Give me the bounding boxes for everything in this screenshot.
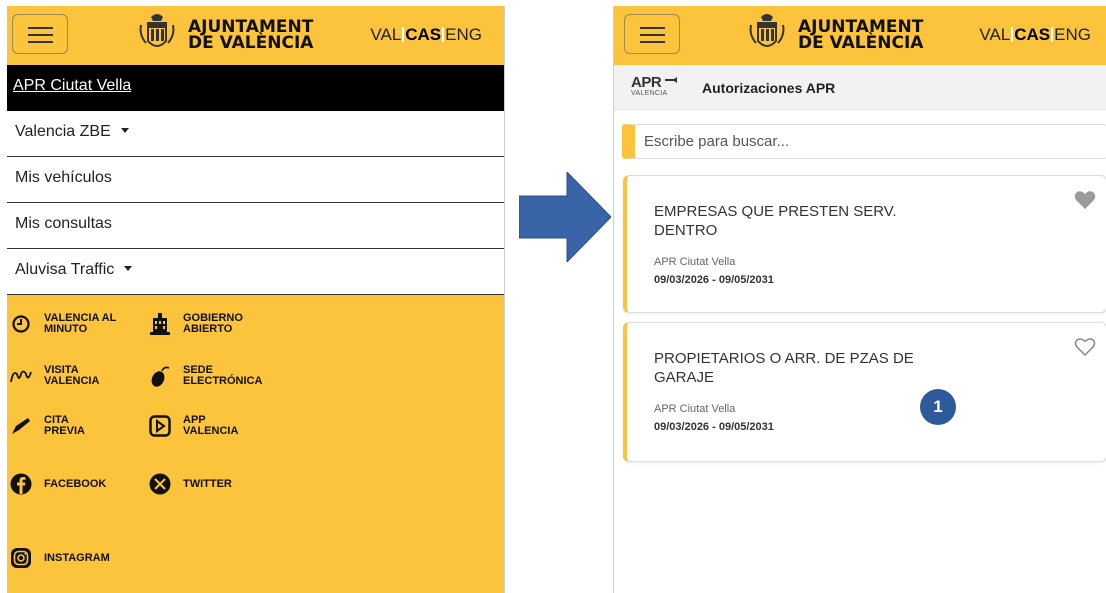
menu-item-valencia-zbe[interactable]: Valencia ZBE	[7, 111, 504, 157]
caret-down-icon	[124, 266, 133, 271]
authorization-card[interactable]: EMPRESAS QUE PRESTEN SERV. DENTRO APR Ci…	[623, 175, 1106, 313]
lang-cas-link[interactable]: CAS	[405, 25, 441, 44]
hamburger-menu-button[interactable]	[12, 14, 68, 54]
link-app-valencia[interactable]: APP VALENCIA	[149, 415, 261, 437]
brand-title: AJUNTAMENT DE VALÈNCIA	[798, 17, 924, 53]
card-title: PROPIETARIOS O ARR. DE PZAS DE GARAJE	[654, 350, 914, 386]
x-twitter-icon	[149, 473, 171, 495]
menu-screen: AJUNTAMENT DE VALÈNCIA VAL CAS ENG APR Ciu…	[7, 6, 505, 593]
pen-icon	[10, 415, 32, 437]
map-icon	[10, 365, 32, 387]
city-crest-logo	[749, 14, 785, 47]
lang-eng-link[interactable]: ENG	[1054, 25, 1091, 44]
link-gobierno-abierto[interactable]: GOBIERNO ABIERTO	[149, 313, 261, 335]
app-header: AJUNTAMENT DE VALÈNCIA VAL CAS ENG	[614, 6, 1106, 65]
link-twitter[interactable]: TWITTER	[149, 473, 261, 495]
apr-subheader: APR VALENCIA Autorizaciones APR	[614, 65, 1106, 110]
menu-item-mis-vehiculos[interactable]: Mis vehículos	[7, 157, 504, 203]
right-arrow-icon	[519, 172, 611, 262]
card-dates: 09/03/2026 - 09/05/2031	[654, 274, 774, 286]
language-switcher: VAL CAS ENG	[370, 25, 482, 45]
link-cita-previa[interactable]: CITA PREVIA	[10, 415, 122, 437]
lang-val-link[interactable]: VAL	[370, 25, 401, 44]
lang-val-link[interactable]: VAL	[979, 25, 1010, 44]
link-sede-electronica[interactable]: SEDE ELECTRÓNICA	[149, 365, 262, 387]
footer-links: VALENCIA AL MINUTO GOBIERNO ABIERTO VISI…	[7, 295, 504, 593]
heart-filled-icon[interactable]	[1074, 190, 1096, 210]
page-title: Autorizaciones APR	[702, 80, 836, 96]
apr-logo: APR VALENCIA	[631, 74, 689, 102]
caret-down-icon	[120, 128, 129, 133]
clock-icon	[10, 313, 32, 335]
instagram-icon	[10, 547, 32, 569]
heart-outline-icon[interactable]	[1074, 337, 1096, 357]
card-zone: APR Ciutat Vella	[654, 403, 736, 415]
camera-icon	[665, 77, 677, 83]
lang-eng-link[interactable]: ENG	[445, 25, 482, 44]
link-visita-valencia[interactable]: VISITA VALENCIA	[10, 365, 122, 387]
app-icon	[149, 415, 171, 437]
link-instagram[interactable]: INSTAGRAM	[10, 547, 122, 569]
search-input[interactable]	[635, 125, 1106, 158]
menu-item-aluvisa-traffic[interactable]: Aluvisa Traffic	[7, 249, 504, 295]
lang-cas-link[interactable]: CAS	[1014, 25, 1050, 44]
hamburger-menu-button[interactable]	[624, 14, 680, 54]
authorization-card[interactable]: PROPIETARIOS O ARR. DE PZAS DE GARAJE AP…	[623, 322, 1106, 462]
menu-item-apr-ciutat-vella[interactable]: APR Ciutat Vella	[7, 65, 504, 111]
link-valencia-al-minuto[interactable]: VALENCIA AL MINUTO	[10, 313, 122, 335]
annotation-badge: 1	[920, 389, 956, 425]
link-facebook[interactable]: FACEBOOK	[10, 473, 122, 495]
mouse-icon	[149, 365, 171, 387]
building-icon	[149, 313, 171, 335]
card-title: EMPRESAS QUE PRESTEN SERV. DENTRO	[654, 203, 897, 239]
brand-title: AJUNTAMENT DE VALÈNCIA	[188, 17, 314, 53]
language-switcher: VAL CAS ENG	[979, 25, 1091, 45]
card-dates: 09/03/2026 - 09/05/2031	[654, 421, 774, 433]
card-zone: APR Ciutat Vella	[654, 256, 736, 268]
city-crest-logo	[139, 14, 175, 47]
app-header: AJUNTAMENT DE VALÈNCIA VAL CAS ENG	[7, 6, 504, 65]
facebook-icon	[10, 473, 32, 495]
search-field[interactable]	[622, 124, 1106, 159]
menu-item-mis-consultas[interactable]: Mis consultas	[7, 203, 504, 249]
apr-authorizations-screen: AJUNTAMENT DE VALÈNCIA VAL CAS ENG APR VAL…	[613, 6, 1106, 593]
